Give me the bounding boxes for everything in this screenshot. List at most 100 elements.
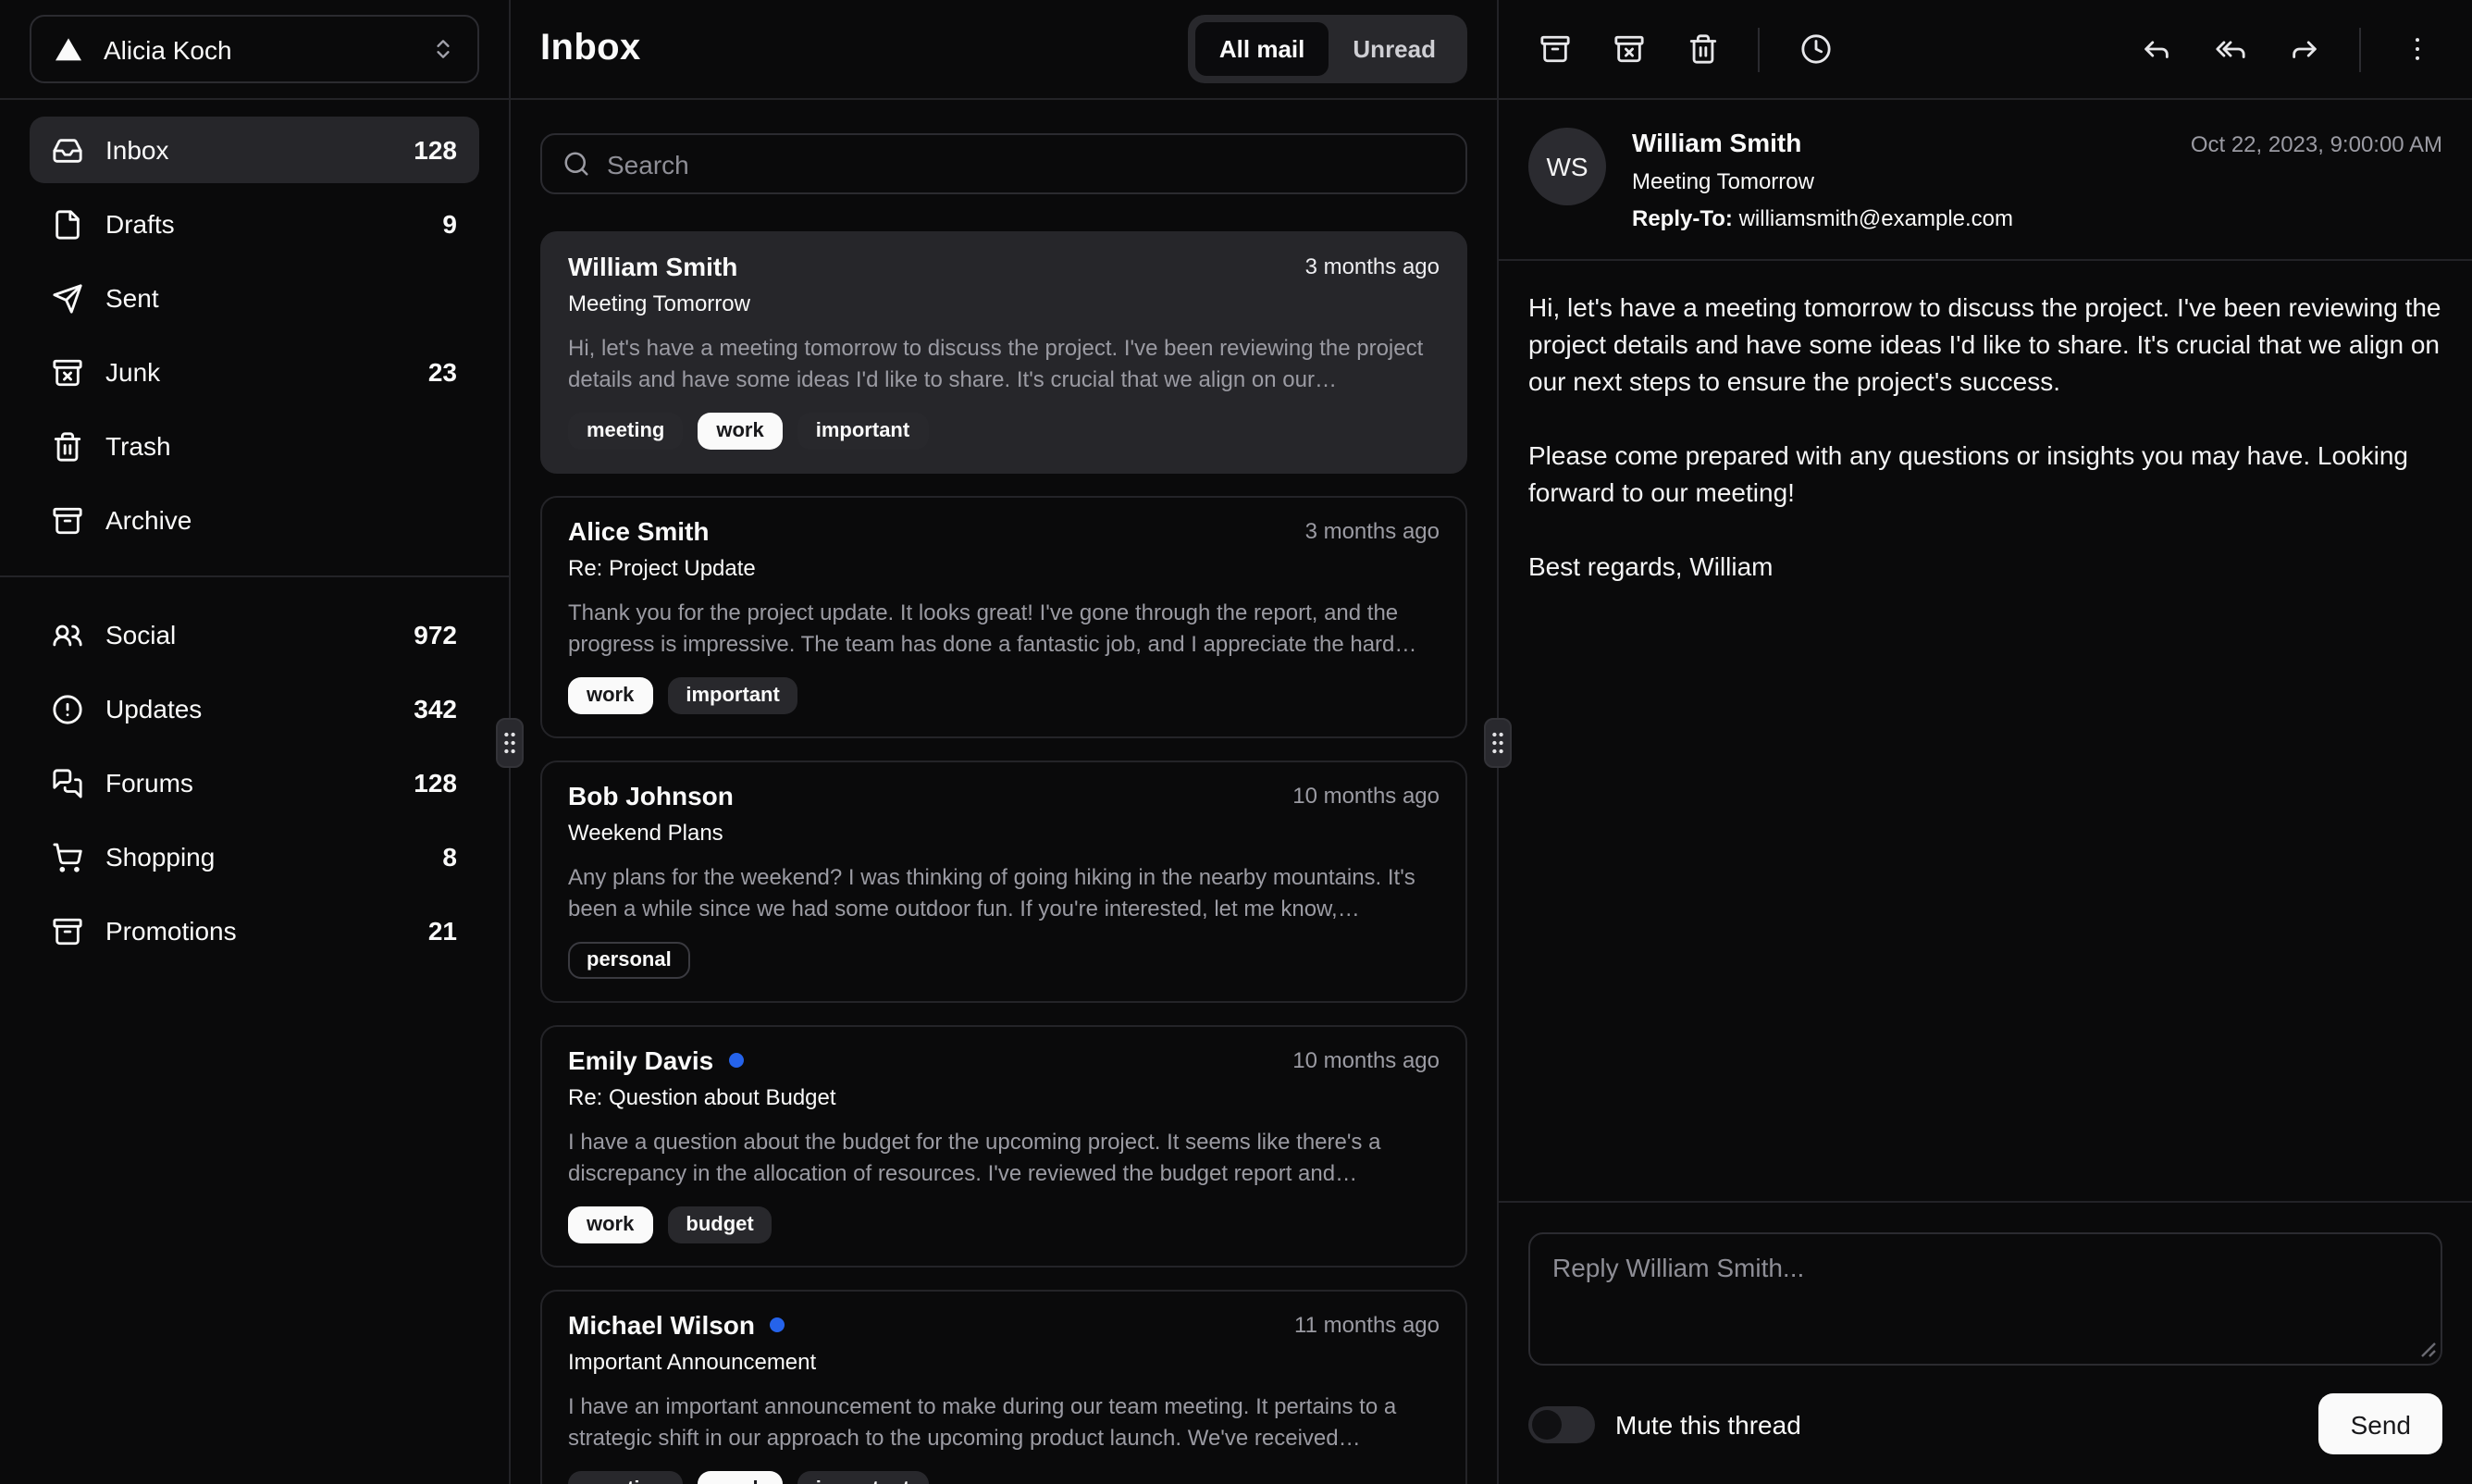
sidebar-nav-secondary: Social 972 Updates 342 Forums 128 Shoppi… xyxy=(0,585,509,979)
reply-textarea[interactable] xyxy=(1528,1232,2442,1366)
send-button[interactable]: Send xyxy=(2318,1393,2442,1454)
file-icon xyxy=(52,208,83,240)
email-labels: work budget xyxy=(568,1206,1440,1243)
sidebar-item-inbox[interactable]: Inbox 128 xyxy=(30,117,479,183)
label-badge-important: important xyxy=(797,1471,929,1484)
email-labels: meeting work important xyxy=(568,413,1440,450)
email-snippet: Thank you for the project update. It loo… xyxy=(568,600,1417,657)
reply-to-label: Reply-To: xyxy=(1632,205,1733,231)
email-sender: William Smith xyxy=(568,252,738,281)
email-list-item[interactable]: Michael Wilson 11 months ago Important A… xyxy=(540,1290,1467,1484)
shopping-cart-icon xyxy=(52,841,83,872)
email-subject: Re: Question about Budget xyxy=(568,1084,836,1110)
label-badge-important: important xyxy=(667,677,798,714)
toolbar-right-group xyxy=(2122,16,2450,82)
message-body: Hi, let's have a meeting tomorrow to dis… xyxy=(1528,292,2441,581)
email-labels: meeting work important xyxy=(568,1471,1440,1484)
label-badge-work: work xyxy=(568,1206,653,1243)
alert-circle-icon xyxy=(52,693,83,724)
archive-x-icon xyxy=(1613,33,1644,65)
account-switcher[interactable]: Alicia Koch xyxy=(30,15,479,83)
label-badge-work: work xyxy=(698,413,783,450)
label-badge-budget: budget xyxy=(667,1206,772,1243)
account-row: Alicia Koch xyxy=(0,0,509,100)
tab-unread[interactable]: Unread xyxy=(1329,22,1460,76)
page-title: Inbox xyxy=(540,28,641,68)
sidebar-item-sent[interactable]: Sent xyxy=(30,265,479,331)
forward-button[interactable] xyxy=(2270,16,2337,82)
users-icon xyxy=(52,619,83,650)
email-sender: Emily Davis xyxy=(568,1045,714,1075)
sidebar-separator xyxy=(0,575,509,577)
avatar: WS xyxy=(1528,128,1606,205)
archive-x-button[interactable] xyxy=(1595,16,1662,82)
toolbar-separator xyxy=(1758,27,1760,71)
messages-square-icon xyxy=(52,767,83,798)
search-icon xyxy=(562,150,590,178)
sidebar-nav-primary: Inbox 128 Drafts 9 Sent Junk 23 Trash Ar… xyxy=(0,100,509,568)
sidebar-item-shopping[interactable]: Shopping 8 xyxy=(30,823,479,890)
sidebar-item-archive[interactable]: Archive xyxy=(30,487,479,553)
sidebar-item-social[interactable]: Social 972 xyxy=(30,601,479,668)
more-vertical-button[interactable] xyxy=(2383,16,2450,82)
reply-all-icon xyxy=(2214,33,2245,65)
email-subject: Meeting Tomorrow xyxy=(568,291,750,316)
mute-thread-switch[interactable] xyxy=(1528,1405,1595,1442)
email-time: 11 months ago xyxy=(1294,1312,1440,1338)
sidebar-resize-handle[interactable] xyxy=(496,718,524,768)
email-snippet: Hi, let's have a meeting tomorrow to dis… xyxy=(568,335,1424,392)
email-time: 10 months ago xyxy=(1292,1047,1440,1073)
message-reply-to: Reply-To: williamsmith@example.com xyxy=(1632,205,2013,231)
search-input[interactable] xyxy=(607,149,1445,179)
email-labels: work important xyxy=(568,677,1440,714)
email-time: 3 months ago xyxy=(1304,254,1440,279)
sidebar-item-promotions[interactable]: Promotions 21 xyxy=(30,897,479,964)
label-badge-work: work xyxy=(568,677,653,714)
email-list-pane: Inbox All mail Unread William Smith 3 mo… xyxy=(511,0,1499,1484)
message-date: Oct 22, 2023, 9:00:00 AM xyxy=(2190,131,2442,157)
sender-lines: William Smith Meeting Tomorrow Reply-To:… xyxy=(1632,128,2013,231)
email-sender: Alice Smith xyxy=(568,516,710,546)
email-list-item[interactable]: Alice Smith 3 months ago Re: Project Upd… xyxy=(540,496,1467,738)
sidebar: Alicia Koch Inbox 128 Drafts 9 Sent Junk… xyxy=(0,0,511,1484)
label-badge-personal: personal xyxy=(568,942,690,979)
tab-all-mail[interactable]: All mail xyxy=(1194,22,1329,76)
message-subject: Meeting Tomorrow xyxy=(1632,168,1814,194)
email-list-item[interactable]: Bob Johnson 10 months ago Weekend Plans … xyxy=(540,761,1467,1003)
inbox-icon xyxy=(52,134,83,166)
email-labels: personal xyxy=(568,942,1440,979)
mute-thread-label: Mute this thread xyxy=(1615,1409,1801,1439)
archive-icon xyxy=(52,915,83,946)
email-snippet: I have a question about the budget for t… xyxy=(568,1129,1381,1186)
toolbar-left-group xyxy=(1521,16,1848,82)
reply-button[interactable] xyxy=(2122,16,2189,82)
reply-all-button[interactable] xyxy=(2196,16,2263,82)
clock-button[interactable] xyxy=(1782,16,1848,82)
unread-dot xyxy=(728,1053,744,1068)
label-badge-meeting: meeting xyxy=(568,1471,684,1484)
message-header: WS William Smith Meeting Tomorrow Reply-… xyxy=(1499,100,2472,261)
email-list-item[interactable]: Emily Davis 10 months ago Re: Question a… xyxy=(540,1025,1467,1268)
email-time: 3 months ago xyxy=(1304,518,1440,544)
sidebar-item-trash[interactable]: Trash xyxy=(30,413,479,479)
mail-app: Alicia Koch Inbox 128 Drafts 9 Sent Junk… xyxy=(0,0,2472,1484)
sidebar-item-forums[interactable]: Forums 128 xyxy=(30,749,479,816)
sidebar-item-junk[interactable]: Junk 23 xyxy=(30,339,479,405)
trash-button[interactable] xyxy=(1669,16,1736,82)
forward-icon xyxy=(2288,33,2319,65)
switch-thumb xyxy=(1532,1409,1562,1439)
label-badge-important: important xyxy=(797,413,929,450)
email-subject: Weekend Plans xyxy=(568,820,723,846)
list-resize-handle[interactable] xyxy=(1484,718,1512,768)
chevrons-up-down-icon xyxy=(431,37,455,61)
triangle-logo-icon xyxy=(54,34,83,64)
reading-toolbar xyxy=(1499,0,2472,100)
sidebar-item-drafts[interactable]: Drafts 9 xyxy=(30,191,479,257)
email-snippet: I have an important announcement to make… xyxy=(568,1393,1397,1451)
archive-button[interactable] xyxy=(1521,16,1588,82)
email-list-item[interactable]: William Smith 3 months ago Meeting Tomor… xyxy=(540,231,1467,474)
toolbar-separator xyxy=(2359,27,2361,71)
mail-filter-tabs: All mail Unread xyxy=(1187,15,1467,83)
reply-section: Mute this thread Send xyxy=(1499,1201,2472,1484)
sidebar-item-updates[interactable]: Updates 342 xyxy=(30,675,479,742)
